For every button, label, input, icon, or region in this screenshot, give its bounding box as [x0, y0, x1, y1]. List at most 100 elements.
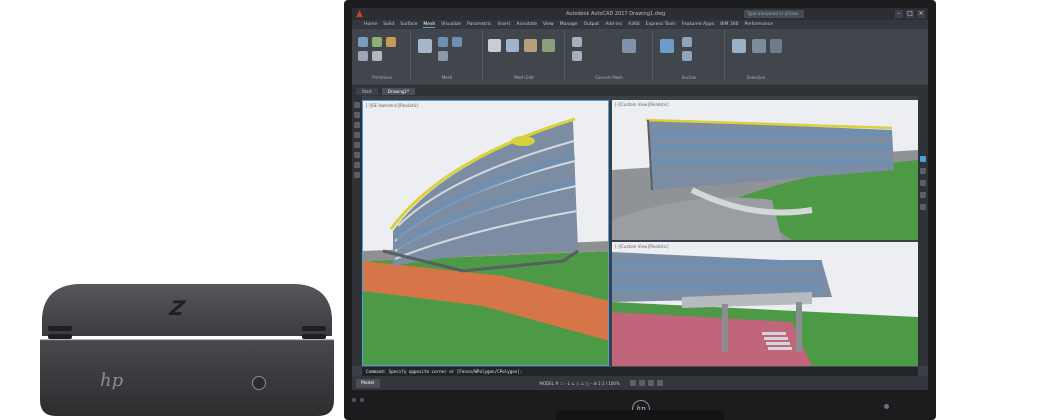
ribbon-tabs: Home Solid Surface Mesh Visualize Parame…	[352, 20, 928, 29]
autocad-window: ▲ Autodesk AutoCAD 2017 Drawing1.dwg Typ…	[352, 8, 928, 390]
crease-icon[interactable]	[488, 39, 501, 52]
ribbon-panel: Primitives Mesh Mesh Edit Convert Mesh S…	[352, 29, 928, 86]
tab-manage[interactable]: Manage	[560, 22, 578, 27]
smooth-object-icon[interactable]	[418, 39, 432, 53]
status-bar: Model MODEL # ::: - L ⊾ ○ ∠ □ - ⊞ 1:1 / …	[352, 376, 928, 390]
tab-insert[interactable]: Insert	[497, 22, 510, 27]
tool-icon[interactable]	[354, 132, 360, 138]
box-icon[interactable]	[358, 37, 368, 47]
extrude-face-icon[interactable]	[506, 39, 519, 52]
tab-parametric[interactable]: Parametric	[467, 22, 491, 27]
maximize-button[interactable]: □	[906, 10, 914, 18]
smoothed-optimized-icon[interactable]	[622, 39, 636, 53]
orbit-icon[interactable]	[920, 192, 926, 198]
status-icons	[629, 380, 663, 386]
tab-solid[interactable]: Solid	[383, 22, 394, 27]
no-filter-icon[interactable]	[752, 39, 766, 53]
doc-tab-start[interactable]: Start	[356, 87, 378, 95]
convert-to-solid-icon[interactable]	[572, 37, 582, 47]
convert-to-surface-icon[interactable]	[572, 51, 582, 61]
search-input[interactable]: Type a keyword or phrase	[744, 10, 804, 18]
workstation-body	[40, 284, 334, 416]
tab-home[interactable]: Home	[364, 22, 377, 27]
tool-icon[interactable]	[354, 172, 360, 178]
tab-surface[interactable]: Surface	[400, 22, 417, 27]
monitor-stand	[556, 410, 724, 420]
tab-visualize[interactable]: Visualize	[441, 22, 461, 27]
tab-output[interactable]: Output	[584, 22, 600, 27]
tab-express-tools[interactable]: Express Tools	[646, 22, 676, 27]
viewport-top-right[interactable]: [-][Custom View][Realistic]	[612, 100, 918, 240]
group-label: Primitives	[372, 75, 392, 80]
bezel-indicators	[352, 398, 364, 402]
tab-featured-apps[interactable]: Featured Apps	[682, 22, 714, 27]
pc-power-button[interactable]	[252, 376, 266, 390]
smooth-more-icon[interactable]	[438, 37, 448, 47]
tool-icon[interactable]	[354, 122, 360, 128]
culling-icon[interactable]	[732, 39, 746, 53]
full-navigation-wheel-icon[interactable]	[920, 156, 926, 162]
ribbon-group-section: Section	[654, 31, 725, 81]
cylinder-icon[interactable]	[372, 37, 382, 47]
tool-icon[interactable]	[354, 142, 360, 148]
product-scene: Z hp ▲ Autodesk AutoCAD 2017 Drawing1.dw…	[0, 0, 1064, 420]
mini-workstation: Z hp	[38, 278, 336, 418]
move-gizmo-icon[interactable]	[770, 39, 782, 53]
viewport-label[interactable]: [-][Custom View][Realistic]	[615, 244, 669, 249]
status-toggles[interactable]: MODEL # ::: - L ⊾ ○ ∠ □ - ⊞ 1:1 / 100%	[540, 381, 620, 386]
merge-face-icon[interactable]	[542, 39, 555, 52]
viewport-bottom-right[interactable]: [-][Custom View][Realistic]	[612, 242, 918, 366]
hardware-acceleration-icon[interactable]	[647, 380, 654, 386]
ribbon-group-selection: Selection	[726, 31, 786, 81]
autocad-a-icon[interactable]: ▲	[356, 9, 366, 19]
pc-hp-logo: hp	[100, 370, 124, 391]
live-section-icon[interactable]	[682, 37, 692, 47]
add-jog-icon[interactable]	[682, 51, 692, 61]
command-line[interactable]: Command: Specify opposite corner or [Fen…	[362, 366, 918, 376]
sphere-icon[interactable]	[358, 51, 368, 61]
building-render-bottom-right	[612, 242, 918, 366]
workspace-icon[interactable]	[629, 380, 636, 386]
group-label: Convert Mesh	[595, 75, 623, 80]
tab-a360[interactable]: A360	[628, 22, 640, 27]
wedge-icon[interactable]	[372, 51, 382, 61]
tab-performance[interactable]: Performance	[745, 22, 774, 27]
pan-icon[interactable]	[920, 168, 926, 174]
ribbon-group-mesh-edit: Mesh Edit	[484, 31, 565, 81]
viewport-label[interactable]: [-][Custom View][Realistic]	[615, 102, 669, 107]
ribbon-group-primitives: Primitives	[354, 31, 411, 81]
tool-icon[interactable]	[354, 102, 360, 108]
showmotion-icon[interactable]	[920, 204, 926, 210]
annotation-scale-icon[interactable]	[638, 380, 645, 386]
zoom-icon[interactable]	[920, 180, 926, 186]
close-button[interactable]: ✕	[917, 10, 925, 18]
doc-tab-drawing1[interactable]: Drawing1*	[381, 87, 415, 95]
section-plane-icon[interactable]	[660, 39, 674, 53]
customize-icon[interactable]	[656, 380, 663, 386]
tab-bim-360[interactable]: BIM 360	[720, 22, 738, 27]
tab-view[interactable]: View	[543, 22, 554, 27]
tool-icon[interactable]	[354, 152, 360, 158]
refine-mesh-icon[interactable]	[438, 51, 448, 61]
tool-icon[interactable]	[354, 112, 360, 118]
monitor-power-button[interactable]	[884, 404, 889, 409]
group-label: Section	[681, 75, 697, 80]
smooth-less-icon[interactable]	[452, 37, 462, 47]
ribbon-group-convert-mesh: Convert Mesh	[566, 31, 653, 81]
tab-annotate[interactable]: Annotate	[516, 22, 537, 27]
viewport-se-isometric[interactable]: [-][SE Isometric][Realistic]	[362, 100, 609, 366]
left-toolbar	[352, 96, 362, 366]
monitor: ▲ Autodesk AutoCAD 2017 Drawing1.dwg Typ…	[344, 0, 936, 420]
tab-add-ins[interactable]: Add-ins	[605, 22, 622, 27]
viewport-label[interactable]: [-][SE Isometric][Realistic]	[366, 103, 418, 108]
cone-icon[interactable]	[386, 37, 396, 47]
group-label: Selection	[746, 75, 766, 80]
model-tab[interactable]: Model	[356, 378, 380, 388]
tab-mesh[interactable]: Mesh	[423, 22, 436, 28]
minimize-button[interactable]: –	[895, 10, 903, 18]
split-face-icon[interactable]	[524, 39, 537, 52]
tool-icon[interactable]	[354, 162, 360, 168]
window-title: Autodesk AutoCAD 2017 Drawing1.dwg	[566, 11, 666, 17]
navigation-bar	[918, 96, 928, 366]
ribbon-group-mesh: Mesh	[412, 31, 483, 81]
